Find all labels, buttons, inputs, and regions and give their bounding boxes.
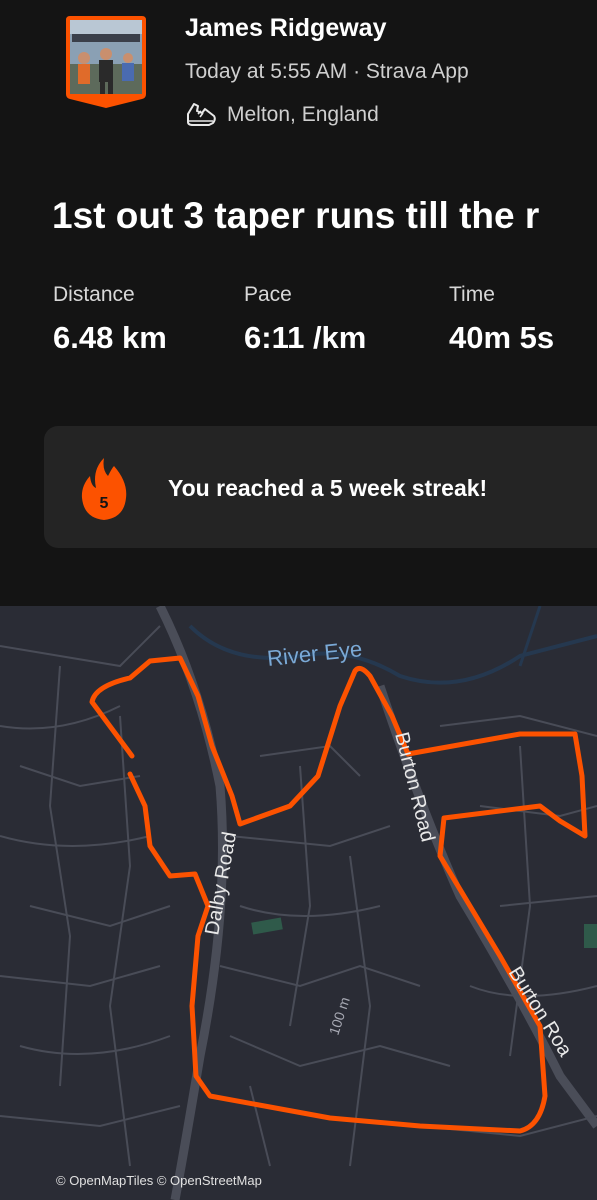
stat-value: 6:11 /km [244,320,367,355]
stat-value: 6.48 km [53,320,167,355]
stat-time: Time 40m 5s [449,283,554,356]
stat-value: 40m 5s [449,320,555,355]
stat-label: Distance [53,283,135,306]
activity-location: Melton, England [185,100,379,130]
stat-label: Time [449,283,495,306]
flame-icon: 5 [81,458,127,520]
map-attribution[interactable]: © OpenMapTiles © OpenStreetMap [56,1173,262,1188]
route-map[interactable]: River Eye Dalby Road Burton Road Burton … [0,606,597,1200]
stat-distance: Distance 6.48 km [53,283,167,356]
activity-meta: Today at 5:55 AM · Strava App [185,60,469,83]
running-shoe-icon [187,103,216,126]
stat-pace: Pace 6:11 /km [244,283,366,356]
location-text: Melton, England [227,103,379,126]
athlete-avatar[interactable] [62,14,150,110]
stat-label: Pace [244,283,292,306]
activity-title[interactable]: 1st out 3 taper runs till the r [52,195,539,237]
streak-count: 5 [100,495,109,512]
streak-card[interactable]: 5 You reached a 5 week streak! [44,426,597,548]
athlete-name[interactable]: James Ridgeway [185,14,387,43]
streak-text: You reached a 5 week streak! [168,475,488,501]
